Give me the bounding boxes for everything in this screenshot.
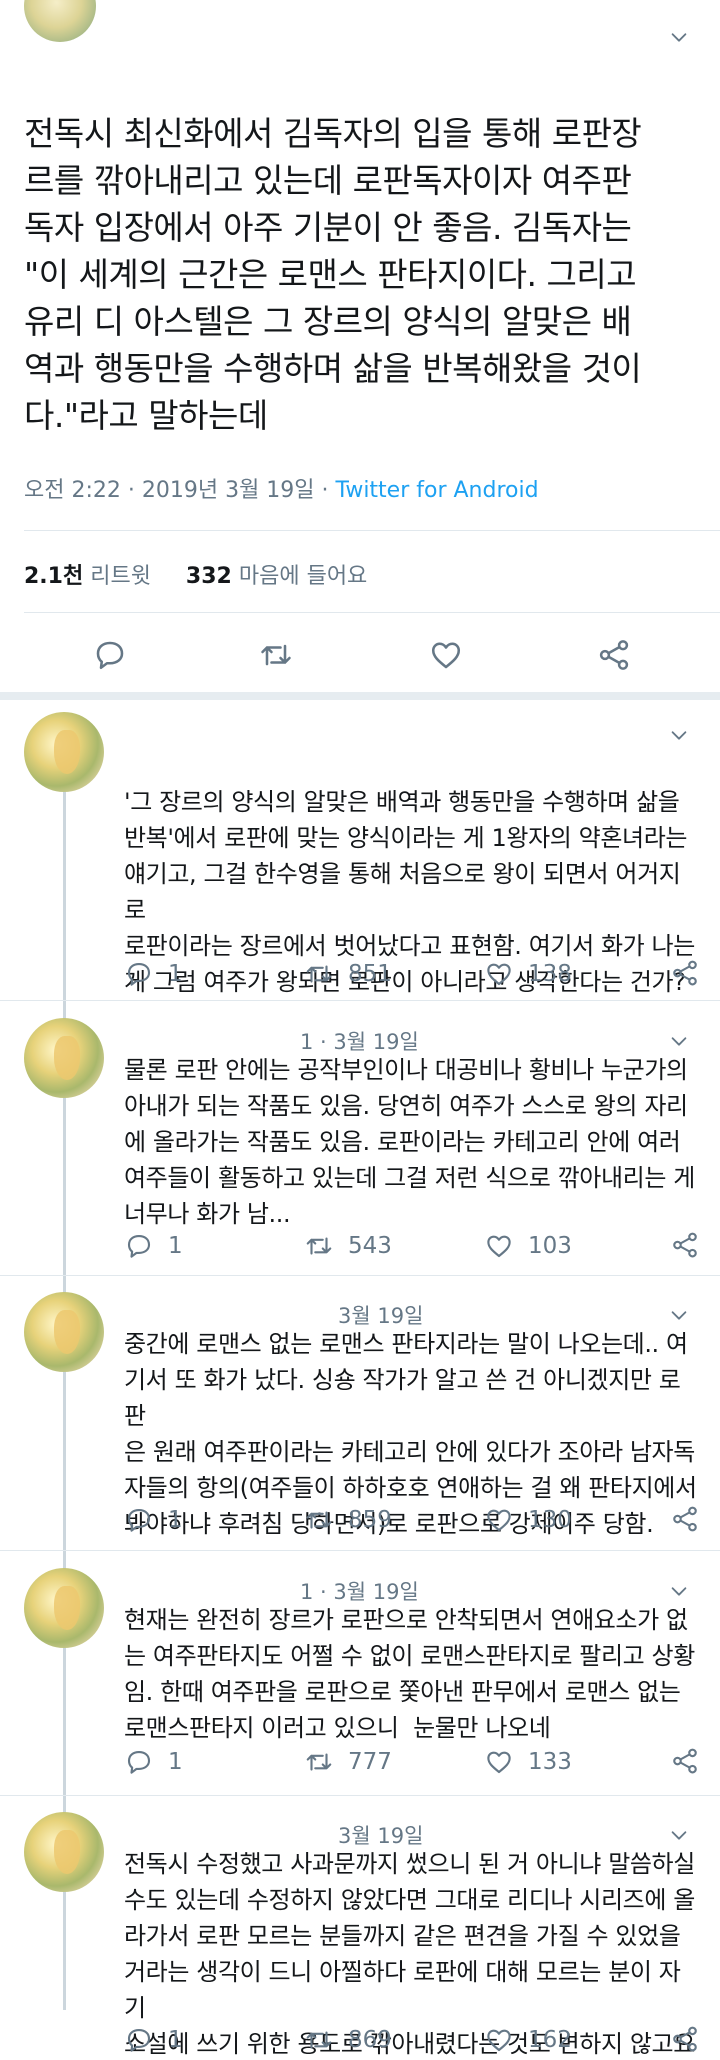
reply-tweet[interactable]: 1 · 3월 19일 현재는 완전히 장르가 로판으로 안착되면서 연애요소가 … — [0, 1568, 720, 1793]
tweet-text: 전독시 최신화에서 김독자의 입을 통해 로판장 르를 깎아내리고 있는데 로판… — [24, 114, 642, 435]
avatar[interactable] — [24, 1568, 104, 1648]
like-count: 162 — [528, 2027, 572, 2053]
reply-count: 1 — [168, 1749, 183, 1775]
chevron-down-icon[interactable] — [668, 1030, 690, 1052]
divider — [24, 612, 720, 613]
reply-icon — [127, 1750, 151, 1774]
source-link[interactable]: Twitter for Android — [336, 478, 539, 503]
reply-tweet[interactable]: '그 장르의 양식의 알맞은 배역과 행동만을 수행하며 삶을 반복'에서 로판… — [0, 712, 720, 996]
retweet-label[interactable]: 리트윗 — [90, 564, 151, 589]
reply-text: 현재는 완전히 장르가 로판으로 안착되면서 연애요소가 없 는 여주판타지도 … — [124, 1606, 695, 1742]
reply-button[interactable]: 1 — [124, 1504, 183, 1536]
reply-actions: 1 543 103 — [124, 1230, 700, 1270]
chevron-down-icon[interactable] — [668, 26, 690, 48]
retweet-button[interactable]: 851 — [304, 958, 392, 990]
like-count: 130 — [528, 1507, 572, 1533]
avatar[interactable] — [24, 1812, 104, 1892]
like-label[interactable]: 마음에 들어요 — [239, 564, 367, 589]
retweet-icon — [306, 1237, 332, 1255]
share-icon[interactable] — [670, 1504, 700, 1534]
retweet-icon — [306, 965, 332, 983]
heart-icon — [487, 2029, 511, 2052]
reply-count: 1 — [168, 961, 183, 987]
reply-button[interactable]: 1 — [124, 1230, 183, 1262]
reply-actions: 1 851 138 — [124, 958, 700, 998]
reply-icon[interactable] — [92, 637, 128, 673]
like-count: 103 — [528, 1233, 572, 1259]
section-divider — [0, 692, 720, 700]
retweet-button[interactable]: 859 — [304, 1504, 392, 1536]
divider — [24, 530, 720, 531]
retweet-count: 777 — [348, 1749, 392, 1775]
reply-icon — [127, 2028, 151, 2052]
reply-tweet[interactable]: 3월 19일 중간에 로맨스 없는 로맨스 판타지라는 말이 나오는데.. 여 … — [0, 1292, 720, 1552]
chevron-down-icon[interactable] — [668, 1824, 690, 1846]
like-button[interactable]: 103 — [484, 1230, 572, 1262]
avatar[interactable] — [24, 712, 104, 792]
share-icon[interactable] — [596, 637, 632, 673]
divider — [0, 1000, 720, 1001]
reply-count: 1 — [168, 1233, 183, 1259]
like-count[interactable]: 332 — [186, 564, 232, 589]
avatar[interactable] — [24, 0, 96, 42]
heart-icon — [487, 1751, 511, 1774]
reply-actions: 1 859 130 — [124, 1504, 700, 1544]
chevron-down-icon[interactable] — [668, 1580, 690, 1602]
like-button[interactable]: 133 — [484, 1746, 572, 1778]
avatar[interactable] — [24, 1292, 104, 1372]
retweet-icon — [306, 1753, 332, 1771]
chevron-down-icon[interactable] — [668, 724, 690, 746]
retweet-icon — [306, 1511, 332, 1529]
divider — [0, 1550, 720, 1551]
retweet-button[interactable]: 777 — [304, 1746, 392, 1778]
heart-icon — [487, 963, 511, 986]
reply-icon — [127, 1234, 151, 1258]
retweet-count: 859 — [348, 1507, 392, 1533]
reply-count: 1 — [168, 1507, 183, 1533]
avatar[interactable] — [24, 1018, 104, 1098]
like-button[interactable]: 130 — [484, 1504, 572, 1536]
divider — [0, 1795, 720, 1796]
reply-icon — [127, 1508, 151, 1532]
retweet-button[interactable]: 543 — [304, 1230, 392, 1262]
reply-tweet[interactable]: 3월 19일 전독시 수정했고 사과문까지 썼으니 된 거 아니냐 말씀하실 수… — [0, 1812, 720, 2060]
like-button[interactable]: 138 — [484, 958, 572, 990]
chevron-down-icon[interactable] — [668, 1304, 690, 1326]
reply-actions: 1 777 133 — [124, 1746, 700, 1786]
heart-icon — [487, 1235, 511, 1258]
share-icon[interactable] — [670, 958, 700, 988]
retweet-icon — [306, 2031, 332, 2049]
retweet-count[interactable]: 2.1천 — [24, 564, 83, 589]
reply-text: 물론 로판 안에는 공작부인이나 대공비나 황비나 누군가의 아내가 되는 작품… — [124, 1056, 695, 1228]
divider — [0, 1275, 720, 1276]
main-tweet: 전독시 최신화에서 김독자의 입을 통해 로판장 르를 깎아내리고 있는데 로판… — [0, 0, 720, 700]
tweet-actions — [0, 625, 720, 685]
retweet-icon[interactable] — [258, 637, 294, 673]
heart-icon — [487, 1509, 511, 1532]
reply-button[interactable]: 1 — [124, 1746, 183, 1778]
reply-button[interactable]: 1 — [124, 958, 183, 990]
like-count: 138 — [528, 961, 572, 987]
heart-icon[interactable] — [428, 637, 464, 673]
timestamp-text: 오전 2:22 · 2019년 3월 19일 · — [24, 478, 336, 503]
share-icon[interactable] — [670, 1230, 700, 1260]
tweet-timestamp: 오전 2:22 · 2019년 3월 19일 · Twitter for And… — [24, 472, 539, 504]
tweet-stats: 2.1천 리트윗 332 마음에 들어요 — [24, 558, 367, 590]
retweet-button[interactable]: 869 — [304, 2024, 392, 2056]
share-icon[interactable] — [670, 2024, 700, 2054]
like-button[interactable]: 162 — [484, 2024, 572, 2056]
share-icon[interactable] — [670, 1746, 700, 1776]
retweet-count: 851 — [348, 961, 392, 987]
reply-tweet[interactable]: 1 · 3월 19일 물론 로판 안에는 공작부인이나 대공비나 황비나 누군가… — [0, 1018, 720, 1278]
reply-icon — [127, 962, 151, 986]
retweet-count: 869 — [348, 2027, 392, 2053]
like-count: 133 — [528, 1749, 572, 1775]
reply-actions: 1 869 162 — [124, 2024, 700, 2060]
reply-button[interactable]: 1 — [124, 2024, 183, 2056]
retweet-count: 543 — [348, 1233, 392, 1259]
reply-count: 1 — [168, 2027, 183, 2053]
